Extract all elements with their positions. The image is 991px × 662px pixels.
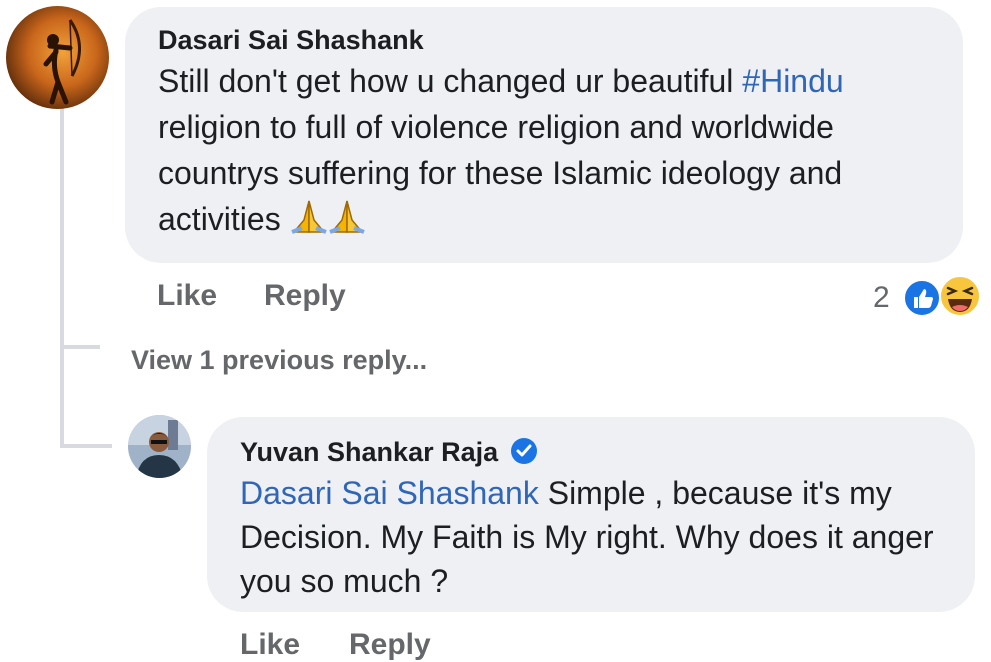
avatar-dasari[interactable] bbox=[6, 6, 109, 109]
verified-badge-icon bbox=[510, 437, 538, 472]
folded-hands-icon bbox=[328, 198, 366, 248]
reply-text: Dasari Sai Shashank Simple , because it'… bbox=[240, 471, 965, 603]
thread-branch-1 bbox=[60, 345, 100, 349]
comment-text-part: Still don't get how u changed ur beautif… bbox=[158, 63, 743, 99]
reply-like-button[interactable]: Like bbox=[240, 628, 300, 662]
like-button[interactable]: Like bbox=[157, 279, 217, 313]
mention-link[interactable]: Dasari Sai Shashank bbox=[240, 475, 539, 511]
like-reaction-icon[interactable] bbox=[903, 279, 941, 317]
avatar-yuvan[interactable] bbox=[128, 415, 191, 478]
reply-author-name[interactable]: Yuvan Shankar Raja bbox=[240, 437, 498, 467]
comment-author[interactable]: Dasari Sai Shashank bbox=[158, 25, 424, 56]
reply-button[interactable]: Reply bbox=[264, 279, 346, 313]
reply-reply-button[interactable]: Reply bbox=[349, 628, 431, 662]
comment-text: Still don't get how u changed ur beautif… bbox=[158, 58, 948, 248]
hashtag-link[interactable]: #Hindu bbox=[742, 63, 843, 99]
haha-reaction-icon[interactable] bbox=[938, 274, 982, 318]
reply-author[interactable]: Yuvan Shankar Raja bbox=[240, 437, 538, 472]
reaction-count[interactable]: 2 bbox=[873, 281, 890, 315]
comment-text-part: religion to full of violence religion an… bbox=[158, 109, 843, 237]
folded-hands-icon bbox=[290, 198, 328, 248]
view-previous-replies-link[interactable]: View 1 previous reply... bbox=[131, 345, 427, 376]
thread-branch-2 bbox=[60, 444, 112, 448]
thread-line-vertical bbox=[60, 108, 64, 448]
